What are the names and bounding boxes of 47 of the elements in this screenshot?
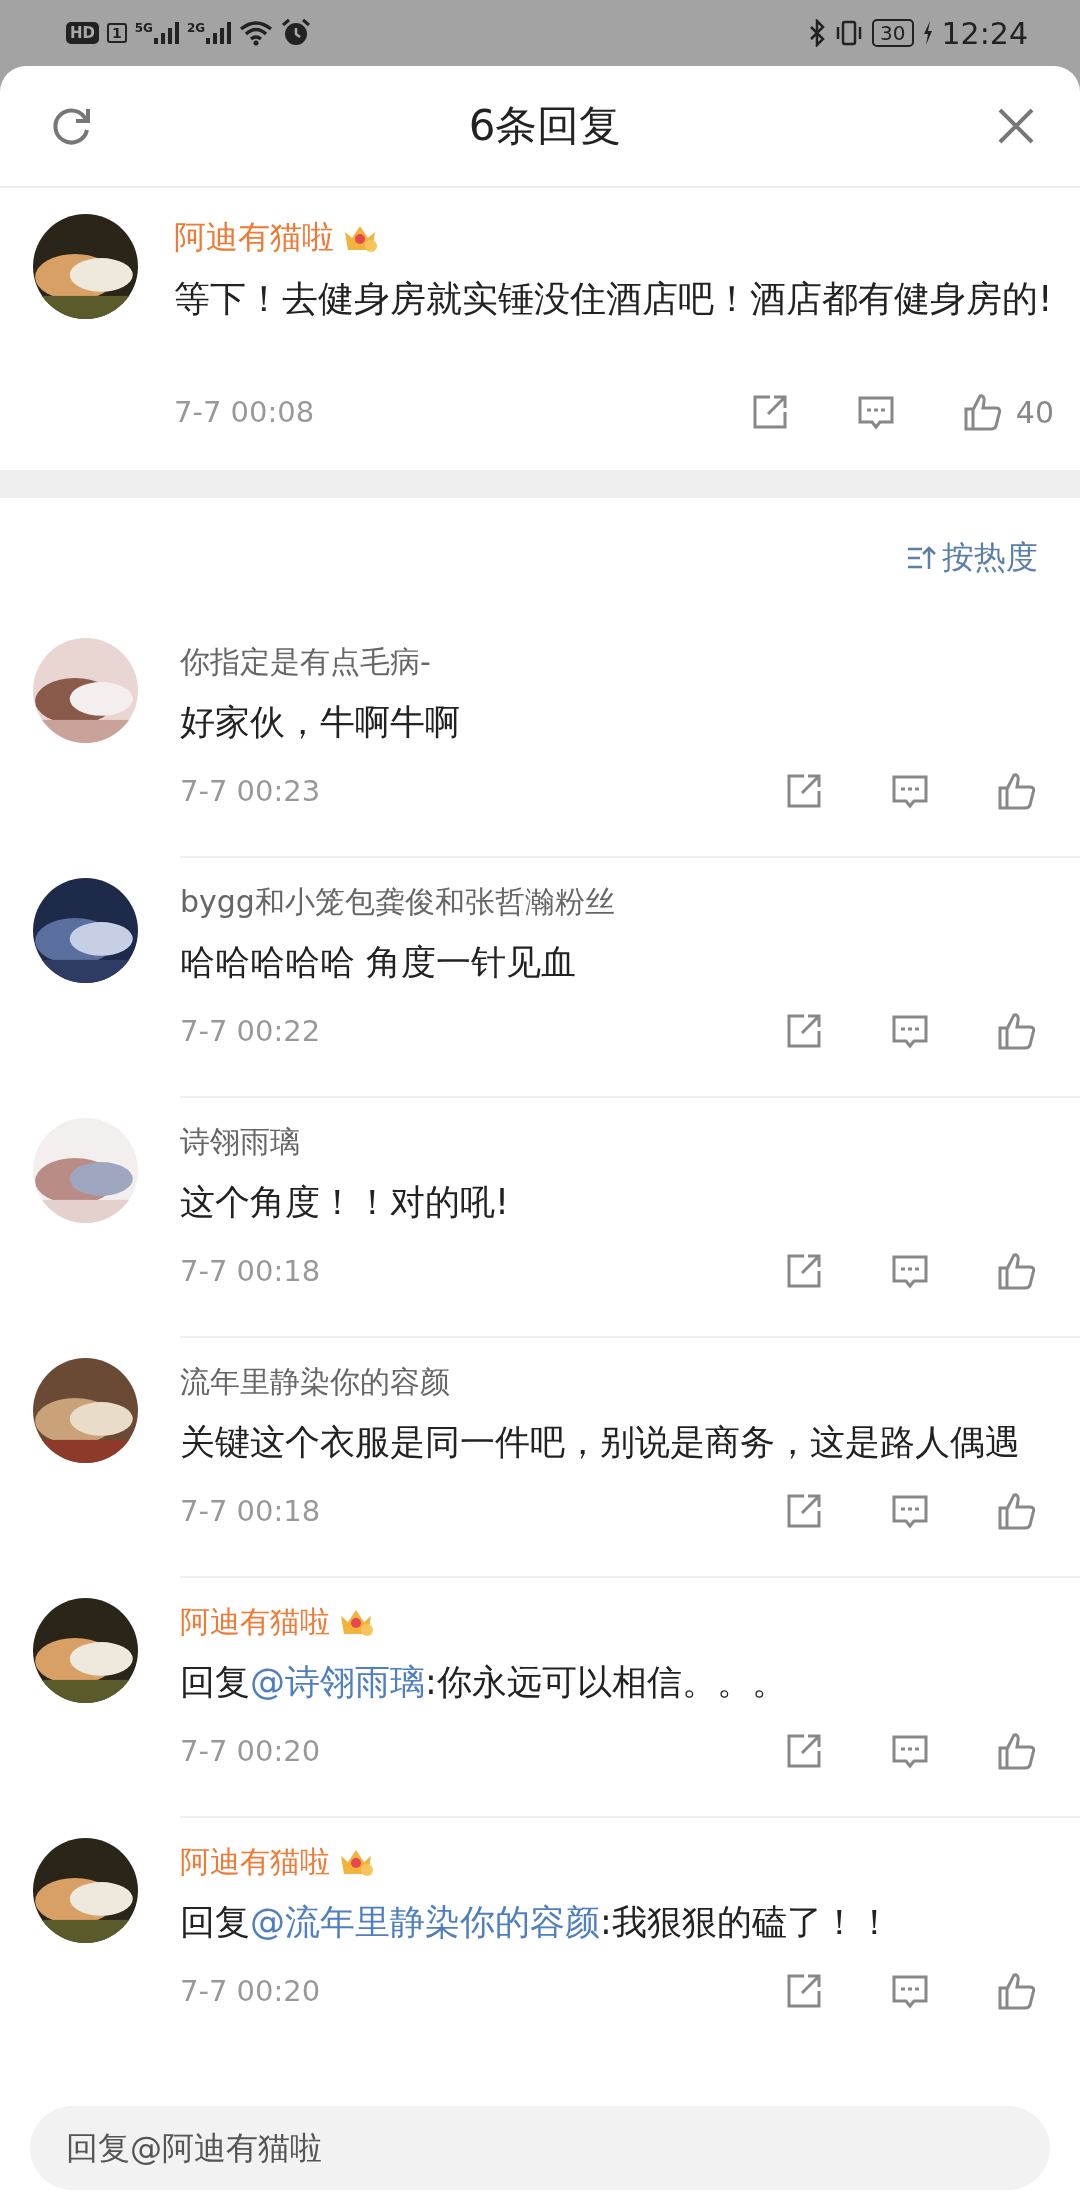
hd-indicator: HD [66, 22, 99, 44]
like-icon[interactable] [996, 1731, 1038, 1771]
author-name[interactable]: 阿迪有猫啦 [180, 1601, 330, 1643]
charging-icon [921, 20, 934, 46]
reply-text: 好家伙，牛啊牛啊 [180, 701, 461, 744]
reply-text: 哈哈哈哈哈 角度一针见血 [180, 941, 578, 984]
author-name[interactable]: bygg和小笼包龚俊和张哲瀚粉丝 [180, 881, 615, 923]
sheet-title: 6条回复 [468, 100, 622, 152]
comment-time: 7-7 00:08 [174, 395, 315, 429]
like-icon[interactable] [996, 771, 1038, 811]
close-icon[interactable] [996, 106, 1036, 146]
signal-icon [152, 21, 179, 45]
author-name[interactable]: 阿迪有猫啦 [174, 216, 334, 260]
sort-toggle[interactable]: 按热度 [906, 536, 1038, 580]
alarm-icon [281, 18, 312, 48]
reply-time: 7-7 00:20 [180, 1734, 321, 1768]
clock: 12:24 [941, 15, 1028, 51]
network-label: 5G [134, 21, 153, 35]
author-name[interactable]: 诗翎雨璃 [180, 1121, 300, 1163]
like-icon[interactable] [996, 1491, 1038, 1531]
author-name[interactable]: 阿迪有猫啦 [180, 1841, 330, 1883]
reply-time: 7-7 00:22 [180, 1014, 321, 1048]
like-icon[interactable] [996, 1971, 1038, 2011]
mention-link[interactable]: @诗翎雨璃 [250, 1662, 425, 1702]
signal-icon [205, 21, 232, 45]
battery-indicator: 30 [872, 19, 914, 47]
like-icon[interactable] [996, 1011, 1038, 1051]
author-name[interactable]: 你指定是有点毛病- [180, 641, 431, 683]
reply-text: 回复@诗翎雨璃:你永远可以相信。。。 [180, 1661, 788, 1704]
reply-time: 7-7 00:20 [180, 1974, 321, 2008]
sort-icon [906, 545, 936, 571]
reply-time: 7-7 00:23 [180, 774, 321, 808]
like-icon[interactable] [996, 1251, 1038, 1291]
author-name[interactable]: 流年里静染你的容颜 [180, 1361, 450, 1403]
bluetooth-icon [808, 19, 827, 47]
sim-indicator: 1 [107, 23, 127, 43]
network-label: 2G [186, 21, 206, 35]
reply-time: 7-7 00:18 [180, 1254, 321, 1288]
reply-time: 7-7 00:18 [180, 1494, 321, 1528]
reply-text: 这个角度！！对的吼! [180, 1181, 511, 1224]
wifi-icon [239, 20, 274, 46]
comment-text: 等下！去健身房就实锤没住酒店吧！酒店都有健身房的! [174, 277, 1054, 321]
like-count: 40 [1015, 394, 1054, 430]
reply-text: 关键这个衣服是同一件吧，别说是商务，这是路人偶遇 [180, 1421, 1021, 1464]
reply-text: 回复@流年里静染你的容颜:我狠狠的磕了！！ [180, 1901, 893, 1944]
reply-input[interactable]: 回复@阿迪有猫啦 [30, 2106, 1050, 2190]
mention-link[interactable]: @流年里静染你的容颜 [250, 1902, 600, 1942]
